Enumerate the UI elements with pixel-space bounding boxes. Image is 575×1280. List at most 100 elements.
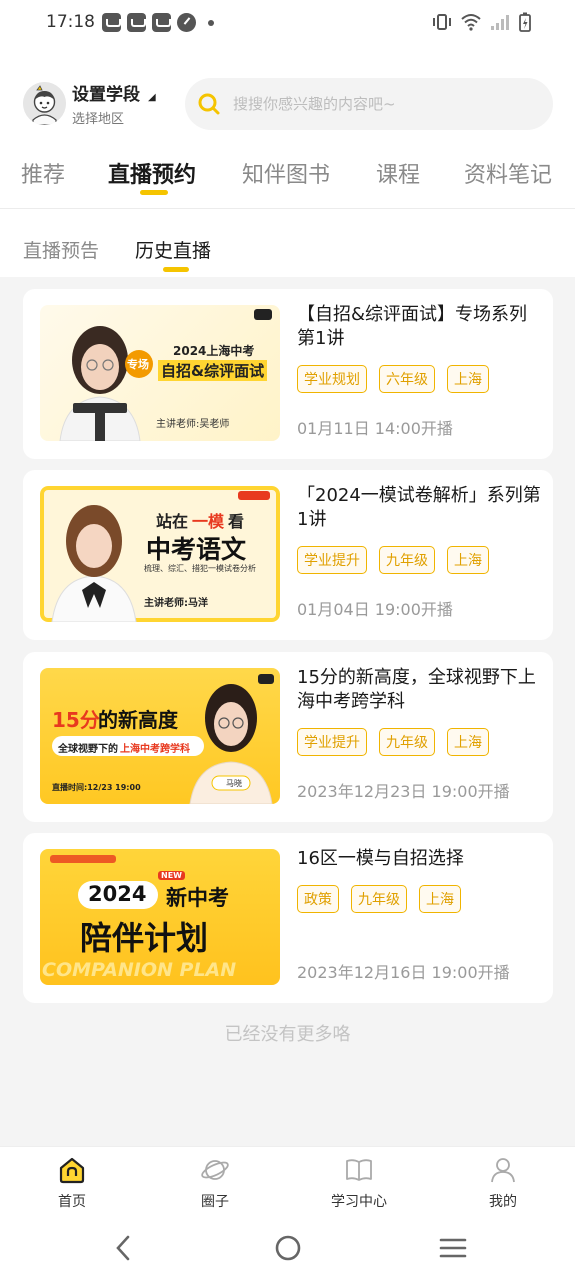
- thumb-line1b: 的新高度: [98, 708, 178, 732]
- shopping-bag-icon: [152, 13, 171, 32]
- thumb-date: 直播时间:12/23 19:00: [52, 783, 141, 792]
- tab-live-booking[interactable]: 直播预约: [108, 157, 196, 189]
- signal-icon: [491, 15, 509, 30]
- wifi-icon: [461, 14, 481, 31]
- live-card[interactable]: NEW 2024 新中考 陪伴计划 COMPANION PLAN 16区一模与自…: [23, 833, 553, 1003]
- gauge-icon: [177, 13, 196, 32]
- sub-tab-indicator: [163, 267, 189, 272]
- thumb-line2b: 上海中考跨学科: [120, 744, 190, 755]
- nav-study[interactable]: 学习中心: [314, 1155, 404, 1211]
- thumb-line2a: 全球视野下的: [58, 744, 118, 755]
- search-icon: [198, 93, 220, 115]
- tag-list: 学业提升 九年级 上海: [297, 728, 489, 756]
- tag: 政策: [297, 885, 339, 913]
- tag-list: 学业提升 九年级 上海: [297, 546, 489, 574]
- vibrate-icon: [433, 14, 451, 30]
- nav-mine[interactable]: 我的: [458, 1155, 548, 1211]
- tag-list: 学业规划 六年级 上海: [297, 365, 489, 393]
- tag: 九年级: [379, 546, 435, 574]
- live-thumbnail: 15分 的新高度 全球视野下的 上海中考跨学科 直播时间:12/23 19:00…: [40, 668, 280, 804]
- thumb-line2: 陪伴计划: [80, 919, 209, 957]
- live-thumbnail: 站在 一模 看 中考语文 梳理、综汇、措犯一模试卷分析 主讲老师:马洋: [40, 486, 280, 622]
- live-thumbnail: 专场 2024上海中考 自招&综评面试 主讲老师:吴老师: [40, 305, 280, 441]
- thumb-line1b: 一模: [192, 512, 225, 531]
- book-icon: [346, 1159, 372, 1181]
- brand-logos: [50, 855, 116, 863]
- shopping-bag-icon: [127, 13, 146, 32]
- live-thumbnail: NEW 2024 新中考 陪伴计划 COMPANION PLAN: [40, 849, 280, 985]
- thumb-line1: 新中考: [166, 886, 229, 910]
- thumb-line1: 2024上海中考: [173, 344, 255, 358]
- thumb-line1a: 15分: [52, 708, 100, 732]
- tab-notes[interactable]: 资料笔记: [464, 157, 552, 189]
- live-title: 【自招&综评面试】专场系列第1讲: [297, 304, 528, 349]
- live-card[interactable]: 15分 的新高度 全球视野下的 上海中考跨学科 直播时间:12/23 19:00…: [23, 652, 553, 822]
- tab-courses[interactable]: 课程: [376, 157, 420, 189]
- thumb-line3: 梳理、综汇、措犯一模试卷分析: [144, 564, 256, 573]
- subtab-upcoming[interactable]: 直播预告: [23, 236, 99, 263]
- live-time: 01月11日 14:00开播: [297, 419, 453, 438]
- thumb-line2: 中考语文: [146, 535, 247, 564]
- menu-icon[interactable]: [438, 1233, 468, 1263]
- avatar[interactable]: [23, 82, 66, 125]
- back-icon[interactable]: [110, 1233, 136, 1263]
- live-time: 01月04日 19:00开播: [297, 600, 453, 619]
- notification-icons: [102, 13, 214, 32]
- bottom-nav: 首页 圈子 学习中心 我的: [0, 1146, 575, 1280]
- live-title: 15分的新高度，全球视野下上海中考跨学科: [297, 667, 536, 712]
- battery-charging-icon: [519, 12, 531, 32]
- tabs-divider: [0, 208, 575, 209]
- tab-books[interactable]: 知伴图书: [242, 157, 330, 189]
- thumb-teacher: 主讲老师:马洋: [144, 598, 208, 609]
- tag: 上海: [447, 365, 489, 393]
- shopping-bag-icon: [102, 13, 121, 32]
- grade-caret-icon: ◢: [148, 92, 156, 103]
- tag: 上海: [447, 546, 489, 574]
- nav-home[interactable]: 首页: [27, 1155, 117, 1211]
- tag: 九年级: [379, 728, 435, 756]
- avatar-boy-icon: [23, 82, 66, 125]
- teacher-photo: [51, 505, 137, 622]
- brand-logo: [238, 491, 270, 500]
- grade-selector[interactable]: 设置学段: [72, 80, 140, 105]
- more-notifications-icon: [208, 19, 214, 26]
- live-card[interactable]: 站在 一模 看 中考语文 梳理、综汇、措犯一模试卷分析 主讲老师:马洋 「202…: [23, 470, 553, 640]
- live-title: 16区一模与自招选择: [297, 848, 464, 869]
- tag: 学业提升: [297, 728, 367, 756]
- thumb-line1c: 看: [228, 512, 245, 531]
- nav-circle-label: 圈子: [201, 1194, 229, 1210]
- tag: 六年级: [379, 365, 435, 393]
- thumb-line2: 自招&综评面试: [158, 360, 268, 381]
- thumb-line1a: 站在: [156, 512, 189, 531]
- system-icons: [432, 12, 531, 32]
- status-time: 17:18: [46, 12, 95, 32]
- nav-circle[interactable]: 圈子: [170, 1155, 260, 1211]
- tag: 上海: [447, 728, 489, 756]
- main-tab-indicator: [140, 190, 168, 195]
- region-selector[interactable]: 选择地区: [72, 108, 124, 127]
- nav-study-label: 学习中心: [331, 1194, 387, 1210]
- home-icon: [59, 1157, 85, 1184]
- thumb-year: 2024: [88, 882, 147, 906]
- search-bar[interactable]: 搜搜你感兴趣的内容吧~: [185, 78, 553, 130]
- end-of-list-text: 已经没有更多咯: [224, 1024, 351, 1045]
- tab-recommend[interactable]: 推荐: [21, 157, 65, 189]
- nav-home-label: 首页: [58, 1194, 86, 1210]
- user-icon: [491, 1158, 515, 1183]
- tag: 学业规划: [297, 365, 367, 393]
- brand-logo: [254, 309, 272, 320]
- status-bar: 17:18: [0, 0, 575, 48]
- thumb-teacher-name: 马晓: [226, 779, 242, 788]
- tag: 学业提升: [297, 546, 367, 574]
- tag: 上海: [419, 885, 461, 913]
- brand-logo: [258, 674, 274, 684]
- tag-list: 政策 九年级 上海: [297, 885, 461, 913]
- nav-mine-label: 我的: [489, 1194, 517, 1210]
- subtab-history[interactable]: 历史直播: [135, 236, 211, 263]
- live-card[interactable]: 专场 2024上海中考 自招&综评面试 主讲老师:吴老师 【自招&综评面试】专场…: [23, 289, 553, 459]
- home-circle-icon[interactable]: [273, 1233, 303, 1263]
- thumb-badge-text: 专场: [127, 358, 149, 371]
- search-placeholder: 搜搜你感兴趣的内容吧~: [233, 95, 396, 113]
- live-time: 2023年12月23日 19:00开播: [297, 782, 510, 801]
- planet-icon: [201, 1160, 229, 1180]
